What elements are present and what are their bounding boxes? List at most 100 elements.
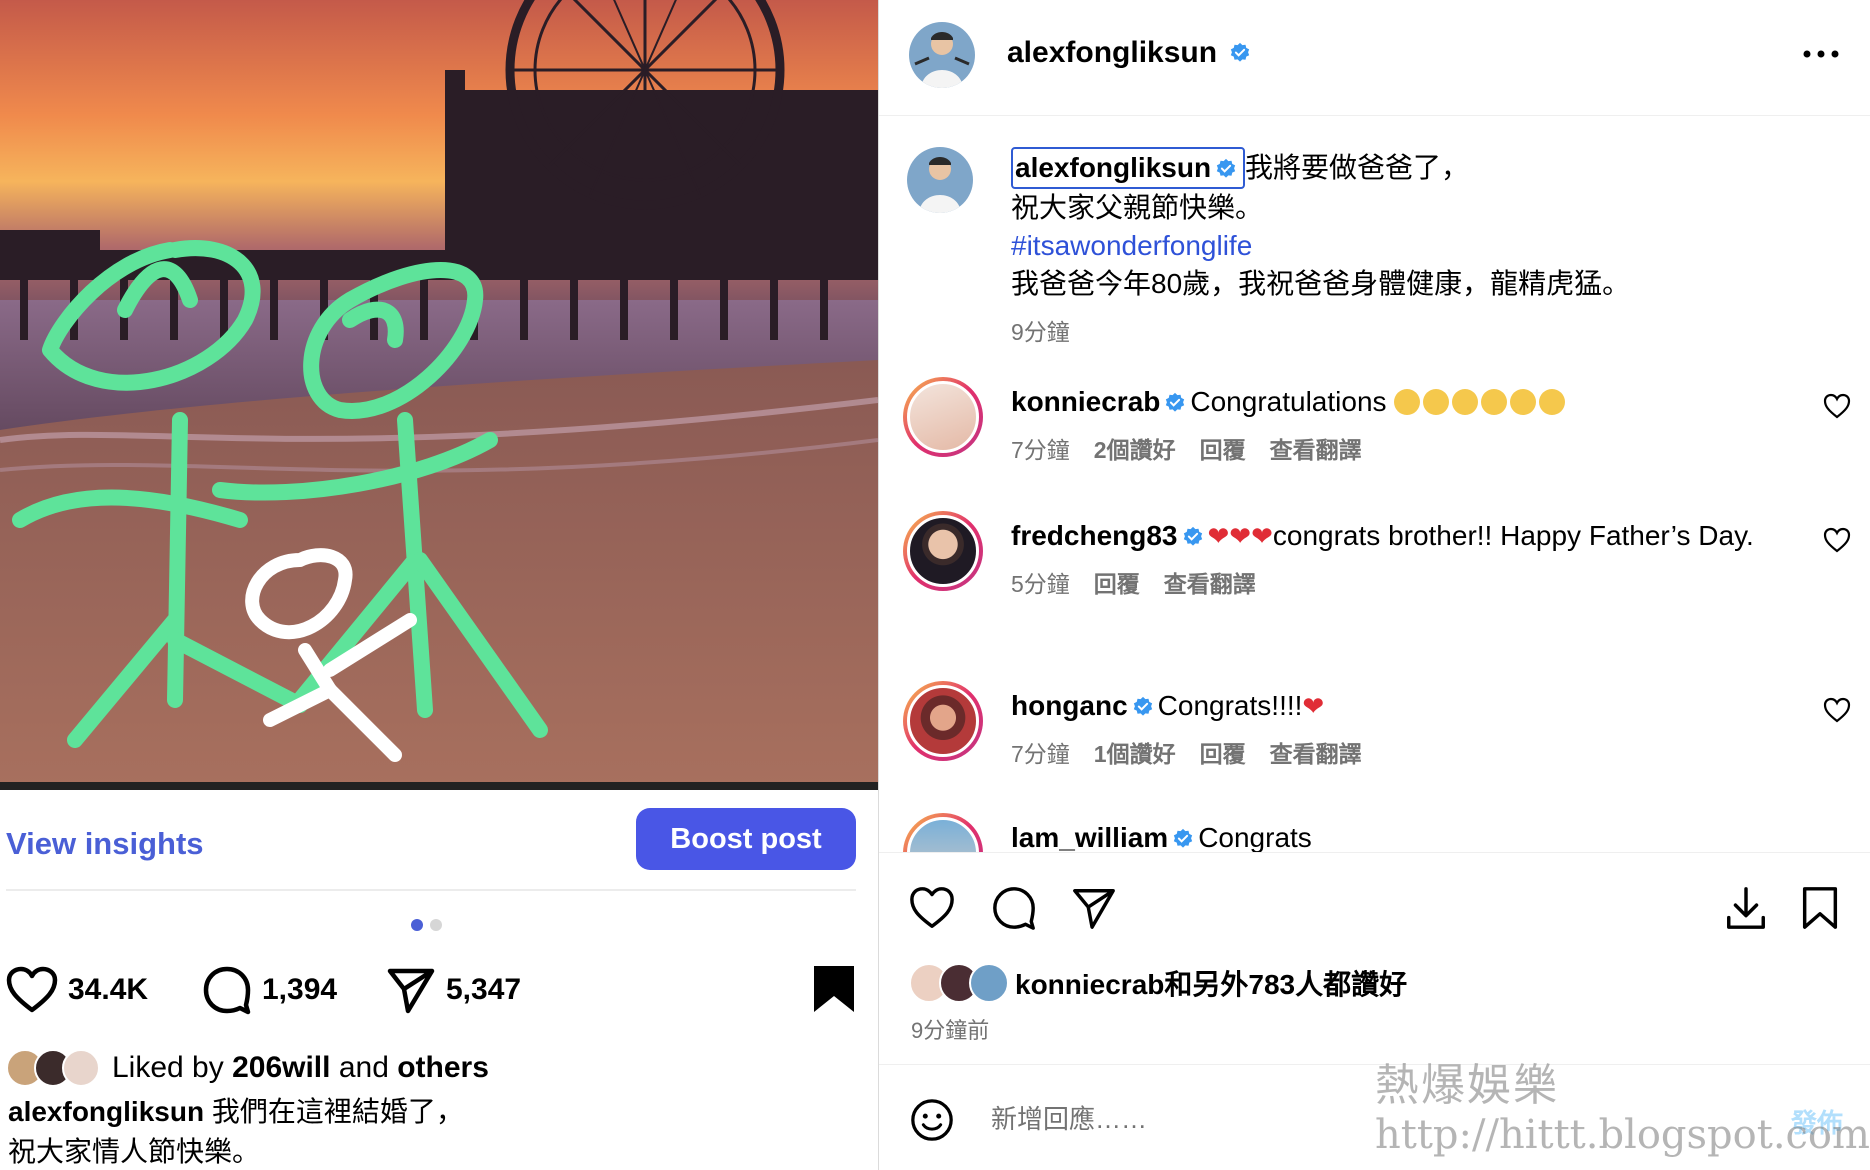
comment-like-heart-icon[interactable] <box>1823 527 1851 553</box>
avatar <box>969 963 1009 1003</box>
right-post-panel: alexfongliksun alexfongliksun 我將要做爸爸了， 祝… <box>878 0 1870 1170</box>
verified-badge-icon <box>1183 526 1202 546</box>
avatar[interactable] <box>903 377 983 457</box>
post-comment-button[interactable]: 發佈 <box>1791 1103 1843 1140</box>
avatar[interactable] <box>909 22 975 88</box>
beach-pier-sunset-drawing <box>0 0 878 790</box>
header-username[interactable]: alexfongliksun <box>1007 36 1255 70</box>
avatar[interactable] <box>903 813 983 852</box>
left-caption: alexfongliksun 我們在這裡結婚了， 祝大家情人節快樂。 <box>8 1092 868 1170</box>
avatar-image <box>907 147 973 213</box>
boost-post-button[interactable]: Boost post <box>636 808 856 870</box>
comment-action[interactable]: 1,394 <box>202 960 337 1020</box>
comment-like-heart-icon[interactable] <box>1823 697 1851 723</box>
red-hearts-emoji-icon: ❤❤❤ <box>1207 521 1273 551</box>
verified-badge-icon <box>1230 42 1250 62</box>
caption-line1: 我將要做爸爸了， <box>1245 152 1470 183</box>
avatar <box>62 1049 100 1087</box>
heart-icon[interactable] <box>909 885 955 931</box>
avatar[interactable] <box>903 681 983 761</box>
comment-time: 5分鐘 <box>1011 571 1070 597</box>
caption-hashtag-link[interactable]: #itsawonderfonglife <box>1011 227 1771 265</box>
comment-text: Congrats <box>1198 822 1312 852</box>
save-action[interactable] <box>812 964 856 1019</box>
comment-body: fredcheng83 ❤❤❤congrats brother!! Happy F… <box>1011 517 1771 603</box>
bookmark-icon[interactable] <box>1797 885 1843 931</box>
see-translation-button[interactable]: 查看翻譯 <box>1270 431 1362 469</box>
liked-by-avatars <box>6 1049 100 1087</box>
comment-username[interactable]: honganc <box>1011 690 1128 721</box>
add-comment-bar: 發佈 <box>879 1064 1870 1170</box>
comment-time: 7分鐘 <box>1011 741 1070 767</box>
comment-likes-link[interactable]: 2個讚好 <box>1094 431 1176 469</box>
liked-by-others[interactable]: others <box>397 1051 489 1084</box>
left-post-panel: View insights Boost post 34.4K 1,394 5,3… <box>0 0 878 1170</box>
post-action-bar: konniecrab和另外783人都讚好 9分鐘前 <box>879 852 1870 1062</box>
insights-row: View insights Boost post <box>0 808 878 888</box>
reply-button[interactable]: 回覆 <box>1200 735 1246 773</box>
avatar[interactable] <box>907 147 973 213</box>
caption-line2: 祝大家父親節快樂。 <box>1011 192 1264 223</box>
caption-username[interactable]: alexfongliksun <box>1015 152 1211 183</box>
caption-username[interactable]: alexfongliksun <box>8 1096 204 1127</box>
comment-username[interactable]: lam_william <box>1011 822 1168 852</box>
photo-bottom-edge <box>0 782 878 790</box>
comment-input[interactable] <box>991 1099 1591 1139</box>
send-icon[interactable] <box>386 965 436 1015</box>
avatar-image <box>907 381 979 453</box>
reply-button[interactable]: 回覆 <box>1094 565 1140 603</box>
verified-badge-icon <box>1174 828 1193 848</box>
caption-username-highlight[interactable]: alexfongliksun <box>1011 147 1246 189</box>
avatar[interactable] <box>903 511 983 591</box>
comment-username[interactable]: konniecrab <box>1011 386 1160 417</box>
caption-line3: 我爸爸今年80歲，我祝爸爸身體健康，龍精虎猛。 <box>1011 268 1631 299</box>
post-photo[interactable] <box>0 0 878 790</box>
emoji-smiley-icon[interactable] <box>909 1097 955 1143</box>
verified-badge-icon <box>1166 392 1185 412</box>
caption-body: alexfongliksun 我將要做爸爸了， 祝大家父親節快樂。 #itsawo… <box>1011 147 1771 351</box>
shares-count: 5,347 <box>446 973 522 1006</box>
likes-summary[interactable]: konniecrab和另外783人都讚好 <box>909 963 1407 1003</box>
carousel-indicator <box>411 919 442 931</box>
avatar-image <box>907 685 979 757</box>
username[interactable]: alexfongliksun <box>1007 36 1217 70</box>
comment-body: konniecrab Congratulations 7分鐘 2個讚好 回覆 查看… <box>1011 383 1771 469</box>
red-heart-emoji-icon: ❤ <box>1302 691 1325 721</box>
bookmark-filled-icon[interactable] <box>812 964 856 1014</box>
clapping-hands-emoji-icon <box>1394 386 1568 417</box>
reply-button[interactable]: 回覆 <box>1200 431 1246 469</box>
liked-by-user[interactable]: 206will <box>232 1051 330 1084</box>
likes-summary-text[interactable]: konniecrab和另外783人都讚好 <box>1015 963 1407 1003</box>
comment-username[interactable]: fredcheng83 <box>1011 520 1178 551</box>
liked-by-prefix: Liked by <box>112 1051 233 1084</box>
share-action[interactable]: 5,347 <box>386 960 521 1020</box>
like-action[interactable]: 34.4K <box>6 960 148 1020</box>
avatar-image <box>909 22 975 88</box>
comment-like-heart-icon[interactable] <box>1823 393 1851 419</box>
view-insights-link[interactable]: View insights <box>6 826 204 862</box>
liked-by-avatars <box>909 963 1009 1003</box>
verified-badge-icon <box>1133 696 1152 716</box>
avatar-image <box>907 515 979 587</box>
download-icon[interactable] <box>1723 885 1769 931</box>
comments-count: 1,394 <box>262 973 338 1006</box>
carousel-dot-active <box>411 919 423 931</box>
liked-by-text: Liked by 206will and others <box>112 1051 489 1085</box>
comment-text: Congrats!!!! <box>1157 690 1303 721</box>
more-options-icon[interactable] <box>1801 42 1841 66</box>
comment-text: Congratulations <box>1190 386 1387 417</box>
comment-time: 7分鐘 <box>1011 437 1070 463</box>
see-translation-button[interactable]: 查看翻譯 <box>1270 735 1362 773</box>
avatar-image <box>907 817 979 852</box>
see-translation-button[interactable]: 查看翻譯 <box>1164 565 1256 603</box>
likes-count: 34.4K <box>68 973 149 1006</box>
heart-icon[interactable] <box>6 966 58 1014</box>
send-icon[interactable] <box>1071 885 1117 931</box>
comment-icon[interactable] <box>202 965 252 1015</box>
comment-text: congrats brother!! Happy Father’s Day. <box>1272 520 1754 551</box>
caption-time: 9分鐘 <box>1011 319 1070 345</box>
comment-icon[interactable] <box>991 885 1037 931</box>
post-timestamp: 9分鐘前 <box>911 1018 990 1043</box>
comment-likes-link[interactable]: 1個讚好 <box>1094 735 1176 773</box>
liked-by-suffix: and <box>330 1051 398 1084</box>
